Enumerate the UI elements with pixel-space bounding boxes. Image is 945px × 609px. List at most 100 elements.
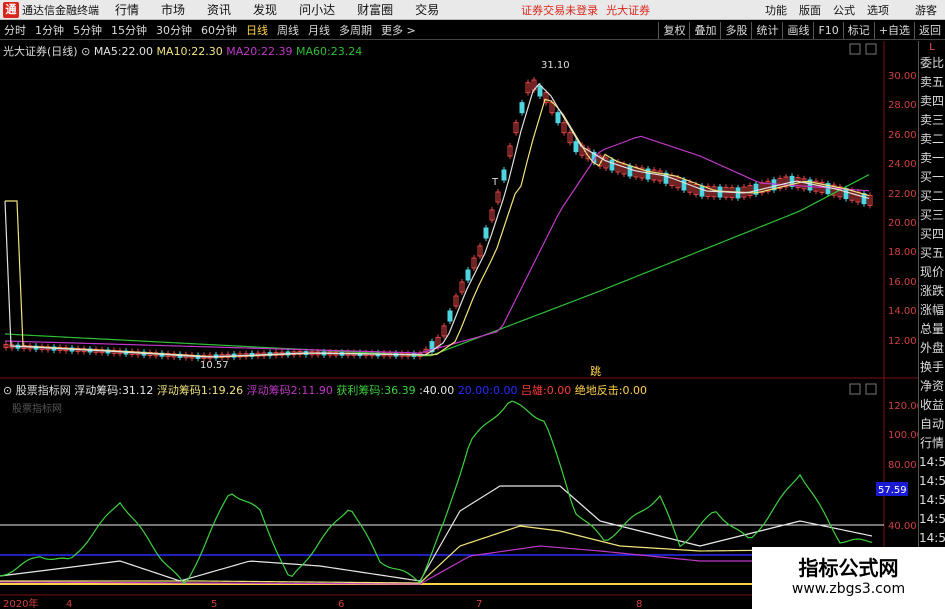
price-y-axis: 30.00 28.00 26.00 24.00 22.00 20.00 18.0…: [888, 71, 917, 347]
price-panel: [3, 77, 873, 362]
stats-button[interactable]: 统计: [751, 22, 782, 39]
high-price-label: 31.10: [541, 60, 570, 71]
ma-toggle-icon[interactable]: ⊙: [81, 45, 90, 58]
price-tick: 26.00: [888, 130, 917, 141]
ma5-name: MA5: [93, 45, 118, 58]
adjust-button[interactable]: 复权: [658, 22, 689, 39]
side-item[interactable]: 收益: [919, 396, 945, 415]
price-tick: 24.00: [888, 159, 917, 170]
side-item[interactable]: 14:5: [919, 453, 945, 472]
menu-market[interactable]: 行情: [115, 1, 139, 18]
period-monthly[interactable]: 月线: [308, 22, 330, 38]
profit-chip-label: 获利筹码: [336, 384, 381, 397]
signal-counter-label: 绝地反击: [574, 384, 619, 397]
side-item[interactable]: 总量: [919, 320, 945, 339]
f10-button[interactable]: F10: [813, 22, 842, 39]
side-item[interactable]: 行情: [919, 434, 945, 453]
side-item[interactable]: 自动: [919, 415, 945, 434]
side-item[interactable]: 14:5: [919, 491, 945, 510]
line-20-value: 0.00: [493, 384, 518, 397]
back-button[interactable]: 返回: [914, 22, 945, 39]
period-60min[interactable]: 60分钟: [201, 22, 237, 38]
draw-line-button[interactable]: 画线: [782, 22, 813, 39]
side-item[interactable]: 卖三: [919, 111, 945, 130]
kline-chart[interactable]: 30.00 28.00 26.00 24.00 22.00 20.00 18.0…: [0, 41, 918, 609]
side-item[interactable]: 卖四: [919, 92, 945, 111]
menu-exchange[interactable]: 市场: [161, 1, 185, 18]
side-item[interactable]: 14:5: [919, 510, 945, 529]
side-item[interactable]: 净资: [919, 377, 945, 396]
side-item[interactable]: 买一: [919, 168, 945, 187]
ma60-name: MA60: [296, 45, 328, 58]
add-watchlist-button[interactable]: +自选: [873, 22, 914, 39]
side-item[interactable]: 涨跌: [919, 282, 945, 301]
menu-news[interactable]: 资讯: [207, 1, 231, 18]
period-5min[interactable]: 5分钟: [73, 22, 102, 38]
menu-discover[interactable]: 发现: [253, 1, 277, 18]
side-item[interactable]: 14:5: [919, 529, 945, 548]
side-item[interactable]: 14:5: [919, 472, 945, 491]
menu-wealth[interactable]: 财富圈: [357, 1, 393, 18]
price-tick: 28.00: [888, 100, 917, 111]
side-item[interactable]: 现价: [919, 263, 945, 282]
side-item[interactable]: 外盘: [919, 339, 945, 358]
period-daily[interactable]: 日线: [246, 22, 268, 38]
multi-stock-button[interactable]: 多股: [720, 22, 751, 39]
price-tick: 20.00: [888, 218, 917, 229]
side-item[interactable]: 卖五: [919, 73, 945, 92]
x-tick: 8: [636, 599, 642, 609]
period-30min[interactable]: 30分钟: [156, 22, 192, 38]
menu-function[interactable]: 功能: [765, 2, 787, 18]
trade-login-notice[interactable]: 证券交易未登录: [521, 2, 598, 18]
signal-lvxiong-label: 吕雄: [521, 384, 544, 397]
mark-button[interactable]: 标记: [842, 22, 874, 39]
jump-marker: 跳: [590, 364, 601, 378]
side-item[interactable]: 买四: [919, 225, 945, 244]
price-tick: 16.00: [888, 277, 917, 288]
side-item[interactable]: 换手: [919, 358, 945, 377]
ma60-value: 23.24: [330, 45, 363, 58]
price-tick: 18.00: [888, 247, 917, 258]
side-item[interactable]: 委比: [919, 54, 945, 73]
chart-window-buttons: [849, 43, 877, 395]
ma5-value: 22.00: [121, 45, 154, 58]
x-tick: 7: [476, 599, 482, 609]
period-15min[interactable]: 15分钟: [111, 22, 147, 38]
ma20-value: 22.39: [261, 45, 293, 58]
ind-tick: 120.00: [888, 401, 918, 412]
side-item[interactable]: 买五: [919, 244, 945, 263]
side-item[interactable]: 卖一: [919, 149, 945, 168]
ind-tick: 100.00: [888, 430, 918, 441]
side-item[interactable]: 买三: [919, 206, 945, 225]
ma20-name: MA20: [226, 45, 258, 58]
indicator-settings-icon[interactable]: [849, 383, 861, 395]
settings-icon[interactable]: [849, 43, 861, 55]
float-chip1-value: 19.26: [211, 384, 244, 397]
toolbar-right: 复权 叠加 多股 统计 画线 F10 标记 +自选 返回: [658, 21, 945, 40]
menu-layout[interactable]: 版面: [799, 2, 821, 18]
menu-trade[interactable]: 交易: [415, 1, 439, 18]
indicator-toggle-icon[interactable]: ⊙: [3, 384, 12, 397]
guest-label[interactable]: 游客: [915, 2, 937, 18]
side-item[interactable]: 涨幅: [919, 301, 945, 320]
period-more[interactable]: 更多 >: [381, 22, 416, 38]
period-multi[interactable]: 多周期: [339, 22, 372, 38]
period-1min[interactable]: 1分钟: [35, 22, 64, 38]
overlay-button[interactable]: 叠加: [689, 22, 720, 39]
menu-options[interactable]: 选项: [867, 2, 889, 18]
ma-legend: 光大证券(日线) ⊙ MA5:22.00 MA10:22.30 MA20:22.…: [3, 45, 363, 58]
menu-ask[interactable]: 问小达: [299, 1, 335, 18]
side-item[interactable]: 卖二: [919, 130, 945, 149]
menu-formula[interactable]: 公式: [833, 2, 855, 18]
menu-bar: 通 通达信金融终端 行情 市场 资讯 发现 问小达 财富圈 交易 证券交易未登录…: [0, 0, 945, 20]
ind-tick: 40.00: [888, 521, 917, 532]
stock-label: 光大证券(日线): [3, 45, 78, 58]
period-timeshare[interactable]: 分时: [4, 22, 26, 38]
side-item[interactable]: 买二: [919, 187, 945, 206]
period-weekly[interactable]: 周线: [277, 22, 299, 38]
indicator-close-icon[interactable]: [865, 383, 877, 395]
x-tick: 5: [211, 599, 217, 609]
restore-icon[interactable]: [865, 43, 877, 55]
price-tick: 12.00: [888, 336, 917, 347]
profit-chip-value: 36.39: [384, 384, 416, 397]
